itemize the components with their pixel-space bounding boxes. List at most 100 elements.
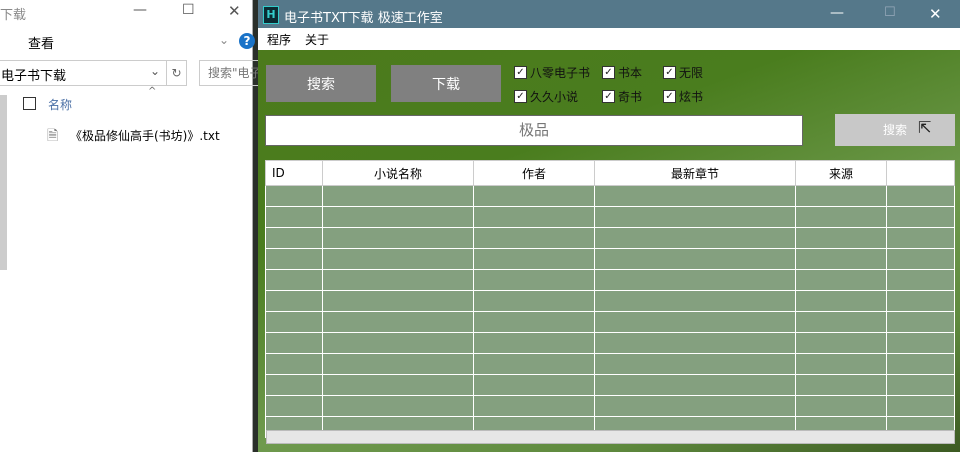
table-cell: [473, 332, 595, 354]
table-cell: [795, 206, 887, 228]
table-cell: [322, 395, 474, 417]
checkbox-label: 久久小说: [530, 90, 579, 104]
ebook-downloader-window: H 电子书TXT下载 极速工作室 — ☐ ✕ 程序 关于 搜索 下载 ✓ 八零电子…: [258, 0, 960, 452]
table-cell: [886, 395, 955, 417]
table-cell: [265, 185, 323, 207]
table-cell: [886, 290, 955, 312]
query-input[interactable]: 极品: [265, 115, 803, 146]
table-row[interactable]: [265, 395, 955, 417]
table-cell: [594, 290, 796, 312]
help-icon[interactable]: ?: [239, 33, 255, 49]
checkbox-icon: ✓: [663, 66, 676, 79]
table-cell: [594, 269, 796, 291]
table-cell: [594, 248, 796, 270]
table-cell: [594, 227, 796, 249]
view-menu[interactable]: 查看: [28, 33, 54, 52]
source-checkbox-xuanshu[interactable]: ✓ 炫书: [663, 88, 703, 105]
column-header-id[interactable]: ID: [265, 160, 323, 186]
table-row[interactable]: [265, 206, 955, 228]
search-button[interactable]: 搜索: [266, 65, 376, 102]
table-cell: [795, 374, 887, 396]
table-cell: [594, 374, 796, 396]
refresh-button[interactable]: ↻: [166, 60, 187, 86]
minimize-button[interactable]: —: [830, 5, 844, 21]
table-cell: [473, 353, 595, 375]
table-cell: [473, 227, 595, 249]
table-row[interactable]: [265, 248, 955, 270]
maximize-button[interactable]: ☐: [884, 5, 896, 20]
source-checkbox-jiujiu[interactable]: ✓ 久久小说: [514, 88, 578, 105]
maximize-button[interactable]: ☐: [182, 2, 195, 18]
file-item[interactable]: 《极品修仙高手(书坊)》.txt: [70, 127, 220, 144]
main-panel: 搜索 下载 ✓ 八零电子书 ✓ 书本 ✓ 无限 ✓ 久久小说 ✓ 奇书 ✓ 炫书 极品 搜索…: [258, 50, 960, 452]
table-row[interactable]: [265, 353, 955, 375]
column-header-latest-chapter[interactable]: 最新章节: [594, 160, 796, 186]
column-header-author[interactable]: 作者: [473, 160, 595, 186]
window-title: 电子书TXT下载 极速工作室: [284, 11, 443, 26]
checkbox-icon: ✓: [663, 90, 676, 103]
column-header-name[interactable]: 名称: [48, 96, 72, 113]
explorer-title: 下载: [0, 8, 27, 23]
checkbox-label: 八零电子书: [530, 66, 591, 80]
table-cell: [795, 248, 887, 270]
menu-program[interactable]: 程序: [267, 31, 291, 48]
source-checkbox-shuben[interactable]: ✓ 书本: [602, 64, 642, 81]
table-cell: [322, 248, 474, 270]
close-button[interactable]: ✕: [929, 5, 942, 23]
close-button[interactable]: ✕: [228, 2, 241, 20]
table-cell: [265, 374, 323, 396]
source-checkbox-qishu[interactable]: ✓ 奇书: [602, 88, 642, 105]
query-search-button[interactable]: 搜索: [835, 114, 955, 146]
select-all-checkbox[interactable]: [23, 97, 36, 110]
minimize-button[interactable]: —: [133, 2, 147, 18]
table-cell: [322, 353, 474, 375]
table-row[interactable]: [265, 227, 955, 249]
table-cell: [322, 332, 474, 354]
table-row[interactable]: [265, 332, 955, 354]
scrollbar[interactable]: [0, 95, 7, 270]
table-cell: [322, 185, 474, 207]
table-cell: [594, 353, 796, 375]
table-cell: [594, 206, 796, 228]
chevron-down-icon[interactable]: ⌄: [150, 64, 160, 78]
title-bar: H 电子书TXT下载 极速工作室 — ☐ ✕: [258, 0, 960, 28]
table-cell: [795, 185, 887, 207]
checkbox-label: 无限: [679, 66, 704, 80]
table-row[interactable]: [265, 185, 955, 207]
source-checkbox-80ebook[interactable]: ✓ 八零电子书: [514, 64, 590, 81]
table-row[interactable]: [265, 374, 955, 396]
table-cell: [594, 185, 796, 207]
table-cell: [322, 206, 474, 228]
chevron-down-icon[interactable]: ⌄: [219, 33, 229, 47]
table-row[interactable]: [265, 311, 955, 333]
table-cell: [886, 185, 955, 207]
table-row[interactable]: [265, 290, 955, 312]
table-cell: [795, 332, 887, 354]
table-cell: [795, 290, 887, 312]
table-cell: [473, 311, 595, 333]
table-cell: [594, 311, 796, 333]
table-cell: [265, 206, 323, 228]
table-cell: [886, 332, 955, 354]
progress-bar: [266, 430, 955, 444]
table-cell: [265, 248, 323, 270]
table-cell: [886, 374, 955, 396]
table-cell: [886, 353, 955, 375]
download-button[interactable]: 下载: [391, 65, 501, 102]
menu-about[interactable]: 关于: [305, 31, 329, 48]
checkbox-icon: ✓: [514, 90, 527, 103]
app-icon: H: [263, 6, 279, 24]
table-cell: [473, 269, 595, 291]
source-checkbox-wuxian[interactable]: ✓ 无限: [663, 64, 703, 81]
text-file-icon: 🗎: [47, 128, 59, 144]
table-cell: [795, 395, 887, 417]
table-cell: [322, 269, 474, 291]
table-row[interactable]: [265, 269, 955, 291]
address-bar[interactable]: 电子书下载 ⌄: [0, 60, 167, 86]
checkbox-icon: ✓: [602, 90, 615, 103]
checkbox-label: 炫书: [679, 90, 704, 104]
column-header-source[interactable]: 来源: [795, 160, 887, 186]
table-cell: [265, 311, 323, 333]
column-header-title[interactable]: 小说名称: [322, 160, 474, 186]
mouse-cursor-icon: ⇱: [918, 118, 932, 137]
